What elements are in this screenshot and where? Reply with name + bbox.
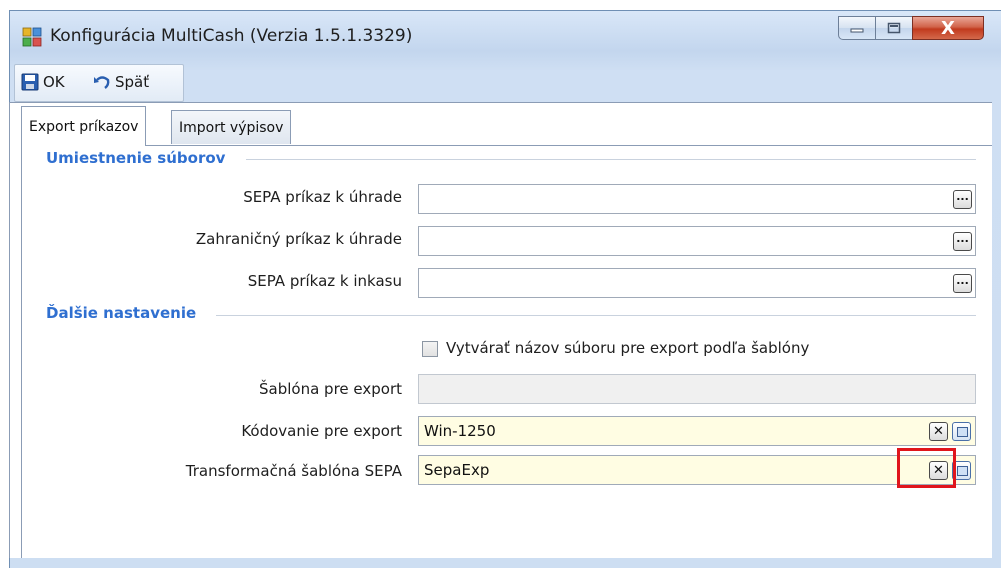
back-label: Späť [115,73,150,91]
toolbar: OK Späť [14,64,184,102]
back-button[interactable]: Späť [93,73,149,91]
browse-button[interactable]: ... [953,190,972,209]
sepa-transform-value: SepaExp [424,461,490,479]
save-icon [21,73,39,91]
browse-button[interactable]: ... [953,232,972,251]
app-icon [22,27,42,47]
minimize-icon [850,28,864,33]
export-encoding-field[interactable]: Win-1250 ✕ [418,416,976,446]
close-icon: X [941,17,955,39]
tab-export-prikazov[interactable]: Export príkazov [21,106,147,146]
sepa-collection-field[interactable]: ... [418,268,976,298]
group-divider [216,315,976,316]
lookup-button[interactable] [952,422,971,441]
ok-button[interactable]: OK [21,73,65,91]
label-export-encoding: Kódovanie pre export [241,422,402,440]
group-title-file-location: Umiestnenie súborov [46,149,236,167]
minimize-button[interactable] [838,16,876,40]
group-title-other-settings: Ďalšie nastavenie [46,304,207,322]
foreign-transfer-field[interactable]: ... [418,226,976,256]
maximize-button[interactable] [875,16,913,40]
window-title: Konfigurácia MultiCash (Verzia 1.5.1.332… [50,26,413,46]
title-bar[interactable]: Konfigurácia MultiCash (Verzia 1.5.1.332… [10,11,1001,59]
sepa-transform-field[interactable]: SepaExp ✕ [418,455,976,485]
label-foreign-transfer: Zahraničný príkaz k úhrade [195,230,402,248]
template-name-checkbox[interactable] [422,341,438,357]
undo-icon [94,76,110,89]
label-sepa-transform: Transformačná šablóna SEPA [185,462,402,480]
close-button[interactable]: X [912,16,984,40]
label-sepa-collection: SEPA príkaz k inkasu [247,272,402,290]
sepa-transfer-field[interactable]: ... [418,184,976,214]
label-export-template: Šablóna pre export [259,380,402,398]
browse-button[interactable]: ... [953,274,972,293]
export-template-field [418,374,976,404]
tab-import-vypisov[interactable]: Import výpisov [171,110,292,144]
annotation-highlight-box [897,448,956,488]
ok-label: OK [43,73,65,91]
template-name-checkbox-label[interactable]: Vytvárať názov súboru pre export podľa š… [446,339,809,357]
maximize-icon [887,22,901,34]
clear-icon: ✕ [933,424,944,439]
label-sepa-transfer: SEPA príkaz k úhrade [243,188,402,206]
export-encoding-value: Win-1250 [424,422,496,440]
group-divider [246,159,976,160]
clear-button[interactable]: ✕ [929,422,948,441]
